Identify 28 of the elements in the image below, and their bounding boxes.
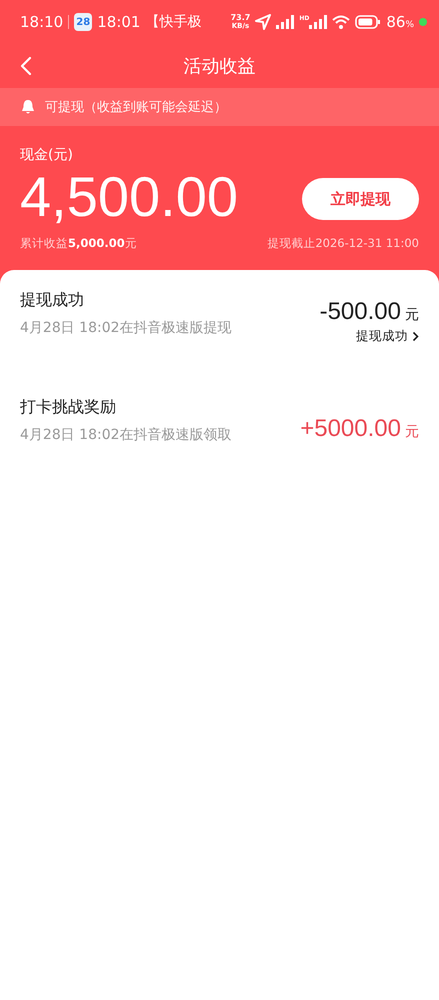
record-amount: +5000.00 元	[300, 414, 419, 442]
record-status-link[interactable]: 提现成功	[356, 328, 419, 345]
record-amount: -500.00 元	[320, 298, 419, 326]
status-time: 18:10	[20, 13, 64, 31]
record-title: 提现成功	[20, 290, 85, 311]
location-arrow-icon	[255, 14, 272, 30]
battery-percent: 86%	[386, 13, 414, 31]
page-title: 活动收益	[184, 55, 256, 78]
withdraw-deadline: 提现截止2026-12-31 11:00	[267, 236, 419, 251]
calendar-icon: 28	[74, 13, 92, 31]
record-title: 打卡挑战奖励	[20, 397, 117, 418]
chevron-right-icon	[412, 331, 419, 342]
signal-icon	[309, 15, 328, 29]
wifi-icon	[332, 15, 350, 29]
bell-icon	[21, 99, 35, 115]
signal-icon	[276, 15, 294, 29]
total-earnings: 累计收益5,000.00元	[20, 236, 137, 251]
notice-text: 可提现（收益到账可能会延迟）	[45, 99, 227, 116]
battery-icon	[355, 15, 382, 29]
cash-amount: 4,500.00	[20, 164, 238, 230]
withdraw-button[interactable]: 立即提现	[302, 178, 419, 220]
charging-dot-icon	[419, 18, 427, 26]
notification-text: 【快手极	[145, 13, 202, 31]
notification-time: 18:01	[97, 13, 140, 31]
record-detail: 4月28日 18:02在抖音极速版领取	[20, 426, 232, 444]
cash-label: 现金(元)	[20, 146, 74, 164]
back-icon	[20, 56, 32, 76]
record-detail: 4月28日 18:02在抖音极速版提现	[20, 319, 232, 337]
